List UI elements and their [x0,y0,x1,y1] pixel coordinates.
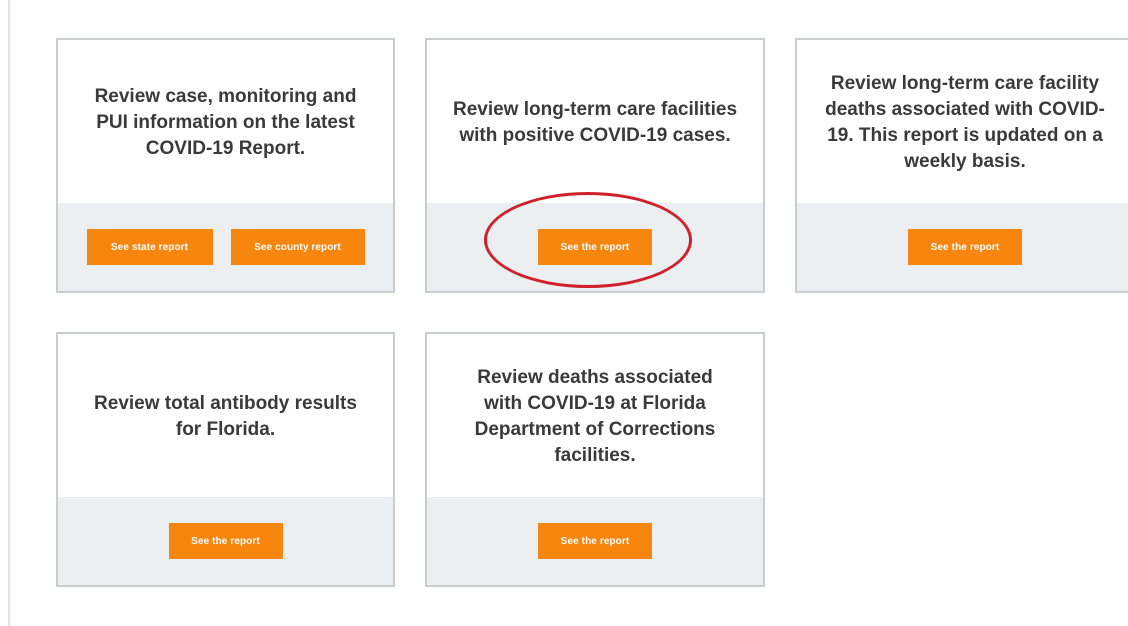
card-state-county-report: Review case, monitoring and PUI informat… [56,38,395,293]
see-the-report-button[interactable]: See the report [908,229,1022,265]
card-description: Review long-term care facilities with po… [452,98,738,146]
card-description: Review deaths associated with COVID-19 a… [474,366,716,466]
card-description: Review case, monitoring and PUI informat… [94,85,357,159]
card-corrections-deaths: Review deaths associated with COVID-19 a… [425,332,765,587]
highlight-circle-annotation [484,192,692,288]
see-state-report-button[interactable]: See state report [86,229,213,265]
card-long-term-care-deaths: Review long-term care facility deaths as… [795,38,1128,293]
report-links-page: Review case, monitoring and PUI informat… [0,0,1128,626]
card-description: Review long-term care facility deaths as… [825,72,1105,172]
card-footer: See the report [427,497,763,585]
card-antibody-results: Review total antibody results for Florid… [56,332,395,587]
card-footer: See state report See county report [58,203,393,291]
see-the-report-button[interactable]: See the report [538,523,652,559]
see-county-report-button[interactable]: See county report [230,229,365,265]
see-the-report-button[interactable]: See the report [168,523,283,559]
card-description: Review total antibody results for Florid… [94,392,357,440]
card-footer: See the report [58,497,393,585]
left-divider [8,0,10,626]
card-footer: See the report [797,203,1128,291]
